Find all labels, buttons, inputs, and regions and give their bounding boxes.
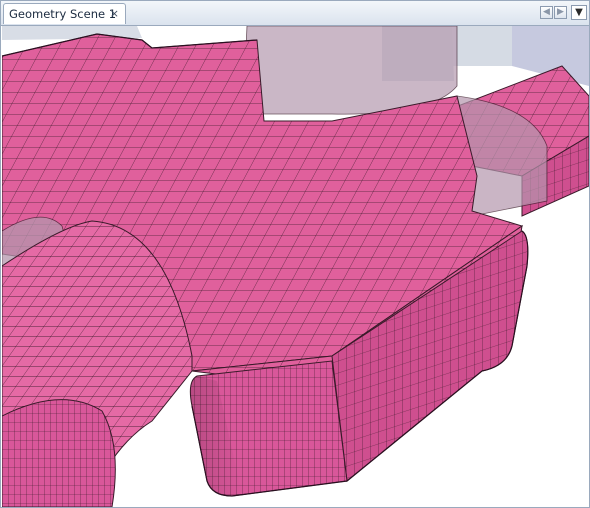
left-lower-face [2, 399, 116, 507]
tab-geometry-scene-1[interactable]: Geometry Scene 1 × [3, 3, 126, 24]
scroll-left-icon[interactable]: ◀ [540, 6, 553, 19]
geometry-scene-window: Geometry Scene 1 × ◀ ▶ ▼ [0, 0, 590, 508]
close-icon[interactable]: × [110, 7, 119, 20]
mesh-scene-canvas[interactable] [2, 26, 589, 507]
tab-title: Geometry Scene 1 [9, 7, 117, 21]
3d-viewport[interactable] [2, 26, 589, 507]
tab-bar: Geometry Scene 1 × ◀ ▶ ▼ [1, 1, 589, 26]
scroll-right-icon[interactable]: ▶ [554, 6, 567, 19]
tab-list-menu-icon[interactable]: ▼ [571, 5, 587, 20]
cylinder-top-translucent [246, 26, 458, 115]
